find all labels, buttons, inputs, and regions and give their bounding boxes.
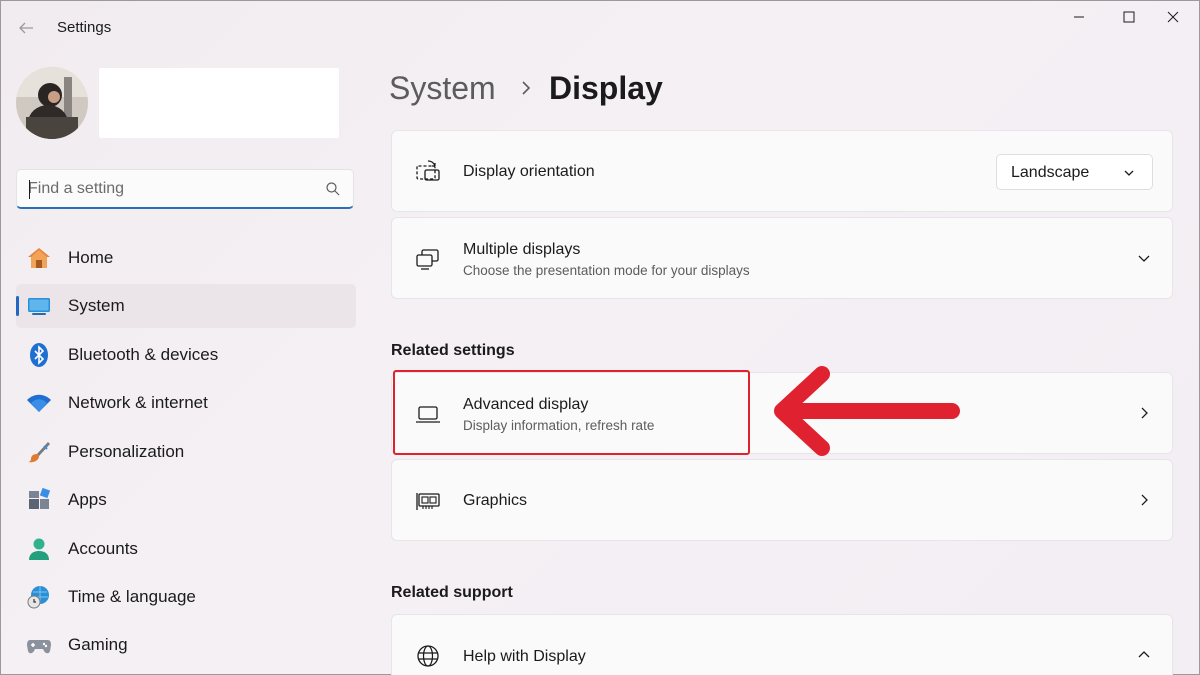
card-subtitle: Choose the presentation mode for your di…: [463, 263, 750, 278]
chevron-right-icon: [1141, 494, 1148, 506]
app-title: Settings: [57, 19, 112, 36]
card-title: Graphics: [463, 492, 528, 509]
card-title: Help with Display: [463, 648, 586, 665]
wifi-icon: [26, 390, 52, 416]
multiple-displays-icon: [414, 245, 442, 273]
chevron-right-icon: [1141, 407, 1148, 419]
sidebar-item-label: Personalization: [68, 442, 185, 461]
avatar-photo: [16, 67, 88, 139]
sidebar-item-home[interactable]: Home: [16, 236, 356, 280]
dropdown-value: Landscape: [1011, 164, 1090, 181]
sidebar-item-label: Home: [68, 248, 114, 267]
globe-clock-icon: [26, 584, 52, 610]
sidebar-item-label: Time & language: [68, 587, 196, 606]
sidebar-item-personalization[interactable]: Personalization: [16, 430, 356, 474]
sidebar-item-bluetooth[interactable]: Bluetooth & devices: [16, 333, 356, 377]
sidebar-item-label: Network & internet: [68, 393, 208, 412]
help-with-display-card[interactable]: Help with Display: [391, 614, 1173, 675]
related-settings-heading: Related settings: [391, 342, 515, 359]
breadcrumb-parent[interactable]: System: [389, 70, 496, 107]
person-icon: [26, 536, 52, 562]
graphics-card[interactable]: Graphics: [391, 459, 1173, 541]
user-info-box: [99, 68, 339, 138]
title-bar: Settings: [0, 0, 1200, 56]
system-icon: [26, 293, 52, 319]
multiple-displays-card[interactable]: Multiple displays Choose the presentatio…: [391, 217, 1173, 299]
close-button[interactable]: [1150, 2, 1196, 32]
breadcrumb-chevron-icon: [522, 81, 531, 95]
close-icon: [1167, 11, 1179, 23]
sidebar-item-accounts[interactable]: Accounts: [16, 527, 356, 571]
chevron-up-icon: [1138, 651, 1150, 658]
sidebar-item-label: System: [68, 296, 125, 315]
graphics-card-icon: [414, 487, 442, 515]
related-support-heading: Related support: [391, 584, 513, 601]
maximize-icon: [1123, 11, 1135, 23]
annotation-highlight-box: [393, 370, 750, 455]
page-title: Display: [549, 70, 663, 106]
minimize-icon: [1074, 16, 1084, 18]
sidebar-item-time-language[interactable]: Time & language: [16, 575, 356, 619]
maximize-button[interactable]: [1106, 2, 1152, 32]
card-title: Multiple displays: [463, 241, 581, 258]
search-box[interactable]: [16, 169, 354, 209]
sidebar-item-gaming[interactable]: Gaming: [16, 623, 356, 667]
sidebar-item-network[interactable]: Network & internet: [16, 381, 356, 425]
back-button[interactable]: [12, 14, 40, 42]
sidebar-item-label: Accounts: [68, 539, 138, 558]
sidebar-item-system[interactable]: System: [16, 284, 356, 328]
sidebar-item-label: Apps: [68, 490, 107, 509]
apps-icon: [26, 487, 52, 513]
chevron-down-icon: [1124, 170, 1134, 176]
avatar[interactable]: [16, 67, 88, 139]
rotate-screen-icon: [414, 158, 442, 186]
globe-icon: [414, 642, 442, 670]
sidebar-item-label: Gaming: [68, 635, 128, 654]
minimize-button[interactable]: [1056, 2, 1102, 32]
sidebar-item-apps[interactable]: Apps: [16, 478, 356, 522]
search-input[interactable]: [28, 178, 318, 200]
display-orientation-card: Display orientation Landscape: [391, 130, 1173, 212]
active-indicator: [16, 296, 19, 316]
search-icon: [326, 182, 340, 196]
gamepad-icon: [26, 632, 52, 658]
home-icon: [26, 245, 52, 271]
card-title: Display orientation: [463, 163, 595, 180]
chevron-down-icon: [1138, 255, 1150, 262]
orientation-dropdown[interactable]: Landscape: [996, 154, 1153, 190]
back-arrow-icon: [19, 22, 33, 34]
sidebar-item-label: Bluetooth & devices: [68, 345, 219, 364]
text-caret: [29, 180, 30, 199]
annotation-arrow-icon: [774, 366, 960, 456]
bluetooth-icon: [26, 342, 52, 368]
brush-icon: [26, 439, 52, 465]
